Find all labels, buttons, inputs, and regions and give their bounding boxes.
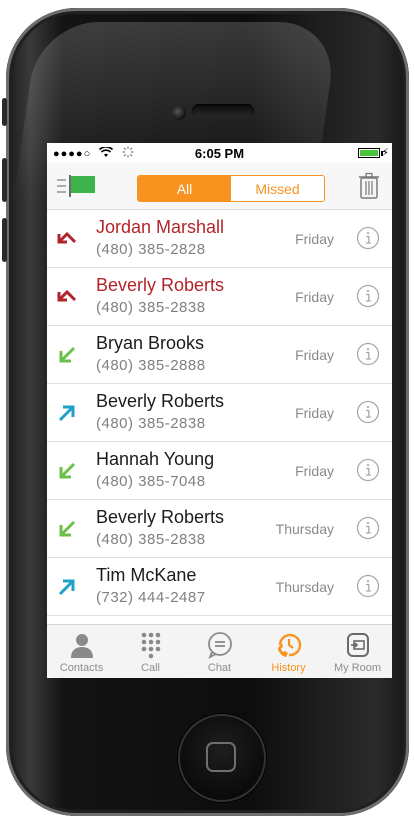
earpiece-speaker bbox=[192, 104, 254, 118]
call-history-row[interactable]: Jordan Marshall (480) 385-2828 Friday bbox=[47, 210, 392, 268]
tab-bar: Contacts Call Chat History My Room bbox=[47, 624, 392, 678]
menu-flag-icon[interactable] bbox=[57, 174, 97, 198]
info-icon[interactable] bbox=[356, 226, 380, 250]
caller-name: Tim McKane bbox=[96, 565, 197, 585]
tab-label: History bbox=[271, 662, 306, 674]
call-history-row[interactable]: Hannah Young (480) 385-7048 Friday bbox=[47, 442, 392, 500]
missed-call-icon bbox=[57, 289, 77, 302]
tab-label: Contacts bbox=[59, 662, 104, 674]
volume-up-button bbox=[2, 158, 7, 202]
info-icon[interactable] bbox=[356, 342, 380, 366]
info-icon[interactable] bbox=[356, 284, 380, 308]
chat-icon bbox=[207, 632, 232, 659]
caller-number: (480) 385-7048 bbox=[96, 473, 206, 490]
call-day: Thursday bbox=[275, 521, 334, 537]
caller-name: Beverly Roberts bbox=[96, 507, 225, 527]
tab-history[interactable]: History bbox=[254, 625, 323, 678]
info-icon[interactable] bbox=[356, 400, 380, 424]
status-time: 6:05 PM bbox=[194, 146, 245, 161]
caller-name: Beverly Roberts bbox=[96, 391, 225, 411]
app-screen: ●●●●○ 6:05 PM ⚡ All Missed Jordan Marsha… bbox=[47, 143, 392, 678]
contacts-icon bbox=[70, 634, 93, 658]
caller-name: Beverly Roberts bbox=[96, 275, 225, 295]
dialpad-icon bbox=[141, 632, 160, 659]
caller-number: (480) 385-2838 bbox=[96, 415, 206, 432]
tab-call[interactable]: Call bbox=[116, 625, 185, 678]
my-room-icon bbox=[346, 633, 369, 657]
info-icon[interactable] bbox=[356, 458, 380, 482]
tab-label: Chat bbox=[207, 662, 232, 674]
call-day: Friday bbox=[295, 289, 334, 305]
tab-label: My Room bbox=[333, 662, 382, 674]
info-icon[interactable] bbox=[356, 516, 380, 540]
caller-number: (480) 385-2828 bbox=[96, 241, 206, 258]
caller-number: (480) 385-2838 bbox=[96, 531, 206, 548]
history-icon bbox=[277, 633, 301, 657]
status-bar: ●●●●○ 6:05 PM ⚡ bbox=[47, 143, 392, 163]
call-day: Thursday bbox=[275, 579, 334, 595]
trash-icon[interactable] bbox=[358, 172, 380, 200]
volume-down-button bbox=[2, 218, 7, 262]
outgoing-call-icon bbox=[58, 405, 75, 422]
call-history-row[interactable]: Beverly Roberts (480) 385-2838 Friday bbox=[47, 384, 392, 442]
call-day: Friday bbox=[295, 463, 334, 479]
home-button[interactable] bbox=[178, 714, 266, 802]
caller-number: (732) 444-2487 bbox=[96, 589, 206, 606]
caller-name: Hannah Young bbox=[96, 449, 215, 469]
incoming-call-icon bbox=[59, 520, 76, 537]
mute-switch bbox=[2, 98, 7, 126]
home-square-icon bbox=[206, 742, 236, 772]
filter-all-button[interactable]: All bbox=[138, 176, 231, 201]
tab-label: Call bbox=[141, 662, 160, 674]
tab-chat[interactable]: Chat bbox=[185, 625, 254, 678]
caller-name: Jordan Marshall bbox=[96, 217, 225, 237]
battery-icon bbox=[358, 148, 383, 158]
incoming-call-icon bbox=[59, 462, 76, 479]
call-history-row[interactable]: Beverly Roberts (480) 385-2838 Friday bbox=[47, 268, 392, 326]
call-day: Friday bbox=[295, 347, 334, 363]
tab-my-room[interactable]: My Room bbox=[323, 625, 392, 678]
tab-contacts[interactable]: Contacts bbox=[47, 625, 116, 678]
call-day: Friday bbox=[295, 231, 334, 247]
front-camera bbox=[172, 106, 186, 120]
call-history-list: Jordan Marshall (480) 385-2828 Friday Be… bbox=[47, 210, 392, 616]
caller-number: (480) 385-2838 bbox=[96, 299, 206, 316]
outgoing-call-icon bbox=[58, 579, 75, 596]
top-bar: All Missed bbox=[47, 163, 392, 210]
call-history-row[interactable]: Bryan Brooks (480) 385-2888 Friday bbox=[47, 326, 392, 384]
incoming-call-icon bbox=[59, 346, 76, 363]
caller-name: Bryan Brooks bbox=[96, 333, 205, 353]
call-history-row[interactable]: Tim McKane (732) 444-2487 Thursday bbox=[47, 558, 392, 616]
caller-number: (480) 385-2888 bbox=[96, 357, 206, 374]
missed-call-icon bbox=[57, 231, 77, 244]
call-filter-segmented-control: All Missed bbox=[137, 175, 325, 202]
charging-icon: ⚡ bbox=[381, 147, 389, 159]
call-day: Friday bbox=[295, 405, 334, 421]
filter-missed-button[interactable]: Missed bbox=[231, 176, 324, 201]
call-history-row[interactable]: Beverly Roberts (480) 385-2838 Thursday bbox=[47, 500, 392, 558]
info-icon[interactable] bbox=[356, 574, 380, 598]
